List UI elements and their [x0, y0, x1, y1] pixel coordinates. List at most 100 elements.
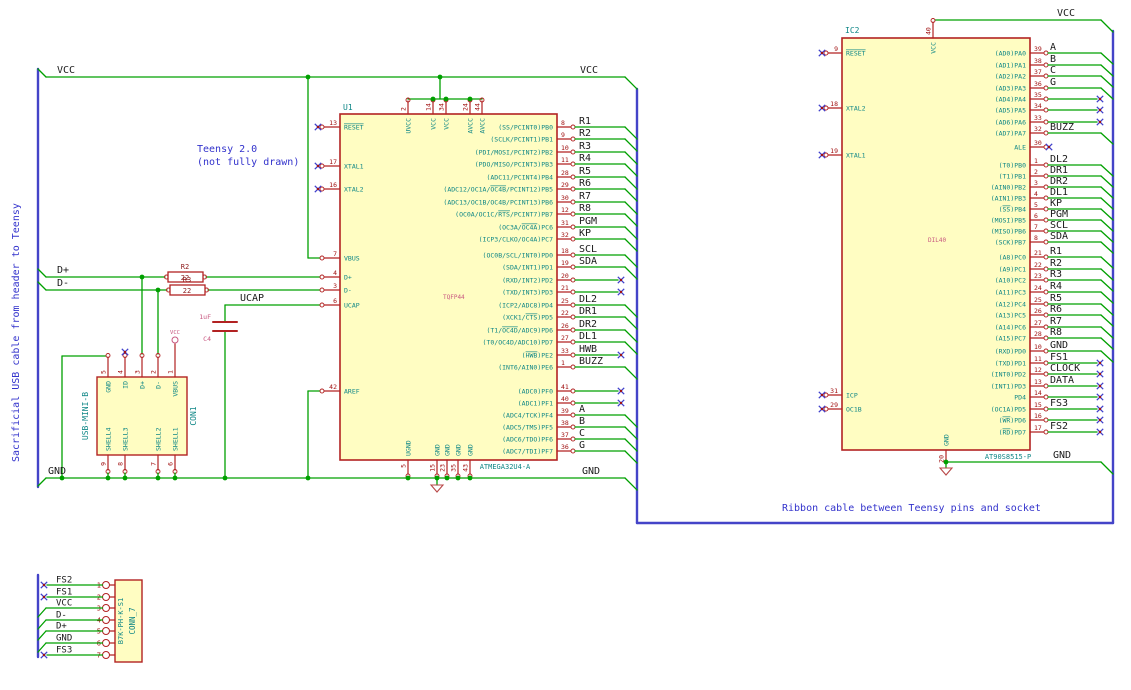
net-label-A[interactable]: A — [579, 404, 585, 415]
wire[interactable] — [624, 151, 638, 165]
wire[interactable] — [1100, 208, 1114, 221]
net-label-FS3[interactable]: FS3 — [1050, 398, 1068, 409]
wire[interactable] — [624, 304, 638, 318]
wire[interactable] — [624, 341, 638, 355]
net-label-GND[interactable]: GND — [1050, 340, 1068, 351]
wire[interactable] — [624, 238, 638, 252]
net-label-FS2[interactable]: FS2 — [56, 576, 72, 586]
net-label-C[interactable]: C — [1050, 65, 1056, 76]
value-c4[interactable]: 1uF — [199, 313, 211, 321]
net-label-PGM[interactable]: PGM — [1050, 209, 1068, 220]
wire[interactable] — [1100, 87, 1114, 100]
net-label-FS2[interactable]: FS2 — [1050, 421, 1068, 432]
wire[interactable] — [1100, 461, 1114, 475]
net-label-SCL[interactable]: SCL — [1050, 220, 1068, 231]
net-label-KP[interactable]: KP — [579, 228, 591, 239]
net-label-B[interactable]: B — [1050, 54, 1056, 65]
wire[interactable] — [1100, 175, 1114, 188]
wire[interactable] — [1100, 197, 1114, 210]
net-label-DL1[interactable]: DL1 — [1050, 187, 1068, 198]
net-label-R3[interactable]: R3 — [579, 141, 591, 152]
wire[interactable] — [624, 266, 638, 280]
wire[interactable] — [624, 163, 638, 177]
wire[interactable] — [1100, 19, 1114, 33]
net-label-GND[interactable]: GND — [1053, 450, 1071, 461]
net-label-B[interactable]: B — [579, 416, 585, 427]
wire[interactable] — [624, 201, 638, 215]
net-label-DR2[interactable]: DR2 — [1050, 176, 1068, 187]
wire[interactable] — [1100, 268, 1114, 281]
net-label-FS1[interactable]: FS1 — [56, 588, 72, 598]
net-label-SCL[interactable]: SCL — [579, 244, 597, 255]
net-label-D-[interactable]: D- — [56, 611, 67, 621]
net-label-R4[interactable]: R4 — [1050, 281, 1062, 292]
wire[interactable] — [624, 329, 638, 343]
net-label-CLOCK[interactable]: CLOCK — [1050, 363, 1080, 374]
wire[interactable] — [624, 366, 638, 380]
net-label-R4[interactable]: R4 — [579, 153, 591, 164]
net-label-SDA[interactable]: SDA — [579, 256, 597, 267]
net-label-G[interactable]: G — [1050, 77, 1056, 88]
net-label-A[interactable]: A — [1050, 42, 1056, 53]
net-label-PGM[interactable]: PGM — [579, 216, 597, 227]
wire[interactable] — [624, 138, 638, 152]
ref-u1[interactable]: U1 — [343, 103, 353, 112]
wire[interactable] — [1100, 326, 1114, 339]
net-label-R8[interactable]: R8 — [579, 203, 591, 214]
net-label-DATA[interactable]: DATA — [1050, 375, 1074, 386]
net-label-R8[interactable]: R8 — [1050, 327, 1062, 338]
wire[interactable] — [1100, 219, 1114, 232]
net-label-GND[interactable]: GND — [56, 634, 72, 644]
net-label-R1[interactable]: R1 — [579, 116, 591, 127]
net-label-FS3[interactable]: FS3 — [56, 646, 72, 656]
wire[interactable] — [624, 254, 638, 268]
net-label-R3[interactable]: R3 — [1050, 269, 1062, 280]
net-label-C[interactable]: C — [579, 428, 585, 439]
net-label-R7[interactable]: R7 — [579, 191, 591, 202]
net-label-UCAP[interactable]: UCAP — [240, 293, 264, 304]
wire[interactable] — [624, 477, 638, 491]
value-ic2[interactable]: AT90S8515-P — [985, 453, 1031, 461]
wire[interactable] — [624, 414, 638, 428]
wire[interactable] — [624, 213, 638, 227]
wire[interactable] — [624, 438, 638, 452]
ref-con1[interactable]: CON1 — [189, 406, 198, 425]
ref-ic2[interactable]: IC2 — [845, 26, 860, 35]
wire[interactable] — [1100, 132, 1114, 145]
value-con1[interactable]: USB-MINI-B — [81, 392, 90, 440]
net-label-VCC[interactable]: VCC — [56, 599, 72, 609]
net-label-VCC[interactable]: VCC — [57, 65, 75, 76]
wire[interactable] — [624, 450, 638, 464]
wire[interactable] — [1100, 164, 1114, 177]
footprint-ic2[interactable]: DIL40 — [928, 237, 946, 244]
net-label-DL2[interactable]: DL2 — [1050, 154, 1068, 165]
net-label-D+[interactable]: D+ — [56, 622, 67, 632]
note-sacrificial-cable[interactable]: Sacrificial USB cable from header to Tee… — [10, 203, 23, 462]
net-label-R1[interactable]: R1 — [1050, 246, 1062, 257]
wire[interactable] — [1100, 314, 1114, 327]
net-label-SDA[interactable]: SDA — [1050, 231, 1068, 242]
net-label-R6[interactable]: R6 — [579, 178, 591, 189]
net-label-GND[interactable]: GND — [582, 466, 600, 477]
net-label-R6[interactable]: R6 — [1050, 304, 1062, 315]
net-label-R2[interactable]: R2 — [1050, 258, 1062, 269]
net-label-VCC[interactable]: VCC — [1057, 8, 1075, 19]
wire[interactable] — [624, 226, 638, 240]
note-teensy[interactable]: Teensy 2.0 (not fully drawn) — [197, 143, 299, 169]
net-label-DL2[interactable]: DL2 — [579, 294, 597, 305]
wire[interactable] — [624, 76, 638, 90]
wire[interactable] — [1100, 279, 1114, 292]
net-label-BUZZ[interactable]: BUZZ — [1050, 122, 1074, 133]
net-label-BUZZ[interactable]: BUZZ — [579, 356, 603, 367]
wire[interactable] — [624, 316, 638, 330]
wire[interactable] — [1100, 337, 1114, 350]
resistor-r2-ref[interactable]: R2 — [181, 263, 189, 271]
resistor-r3-ref[interactable]: R3 — [183, 276, 191, 284]
value-conn7[interactable]: B7K-PH-K-S1 — [117, 598, 125, 644]
wire[interactable] — [624, 426, 638, 440]
wire[interactable] — [1100, 291, 1114, 304]
net-label-FS1[interactable]: FS1 — [1050, 352, 1068, 363]
net-label-R7[interactable]: R7 — [1050, 316, 1062, 327]
net-label-VCC[interactable]: VCC — [580, 65, 598, 76]
resistor-r3-value[interactable]: 22 — [183, 287, 191, 295]
